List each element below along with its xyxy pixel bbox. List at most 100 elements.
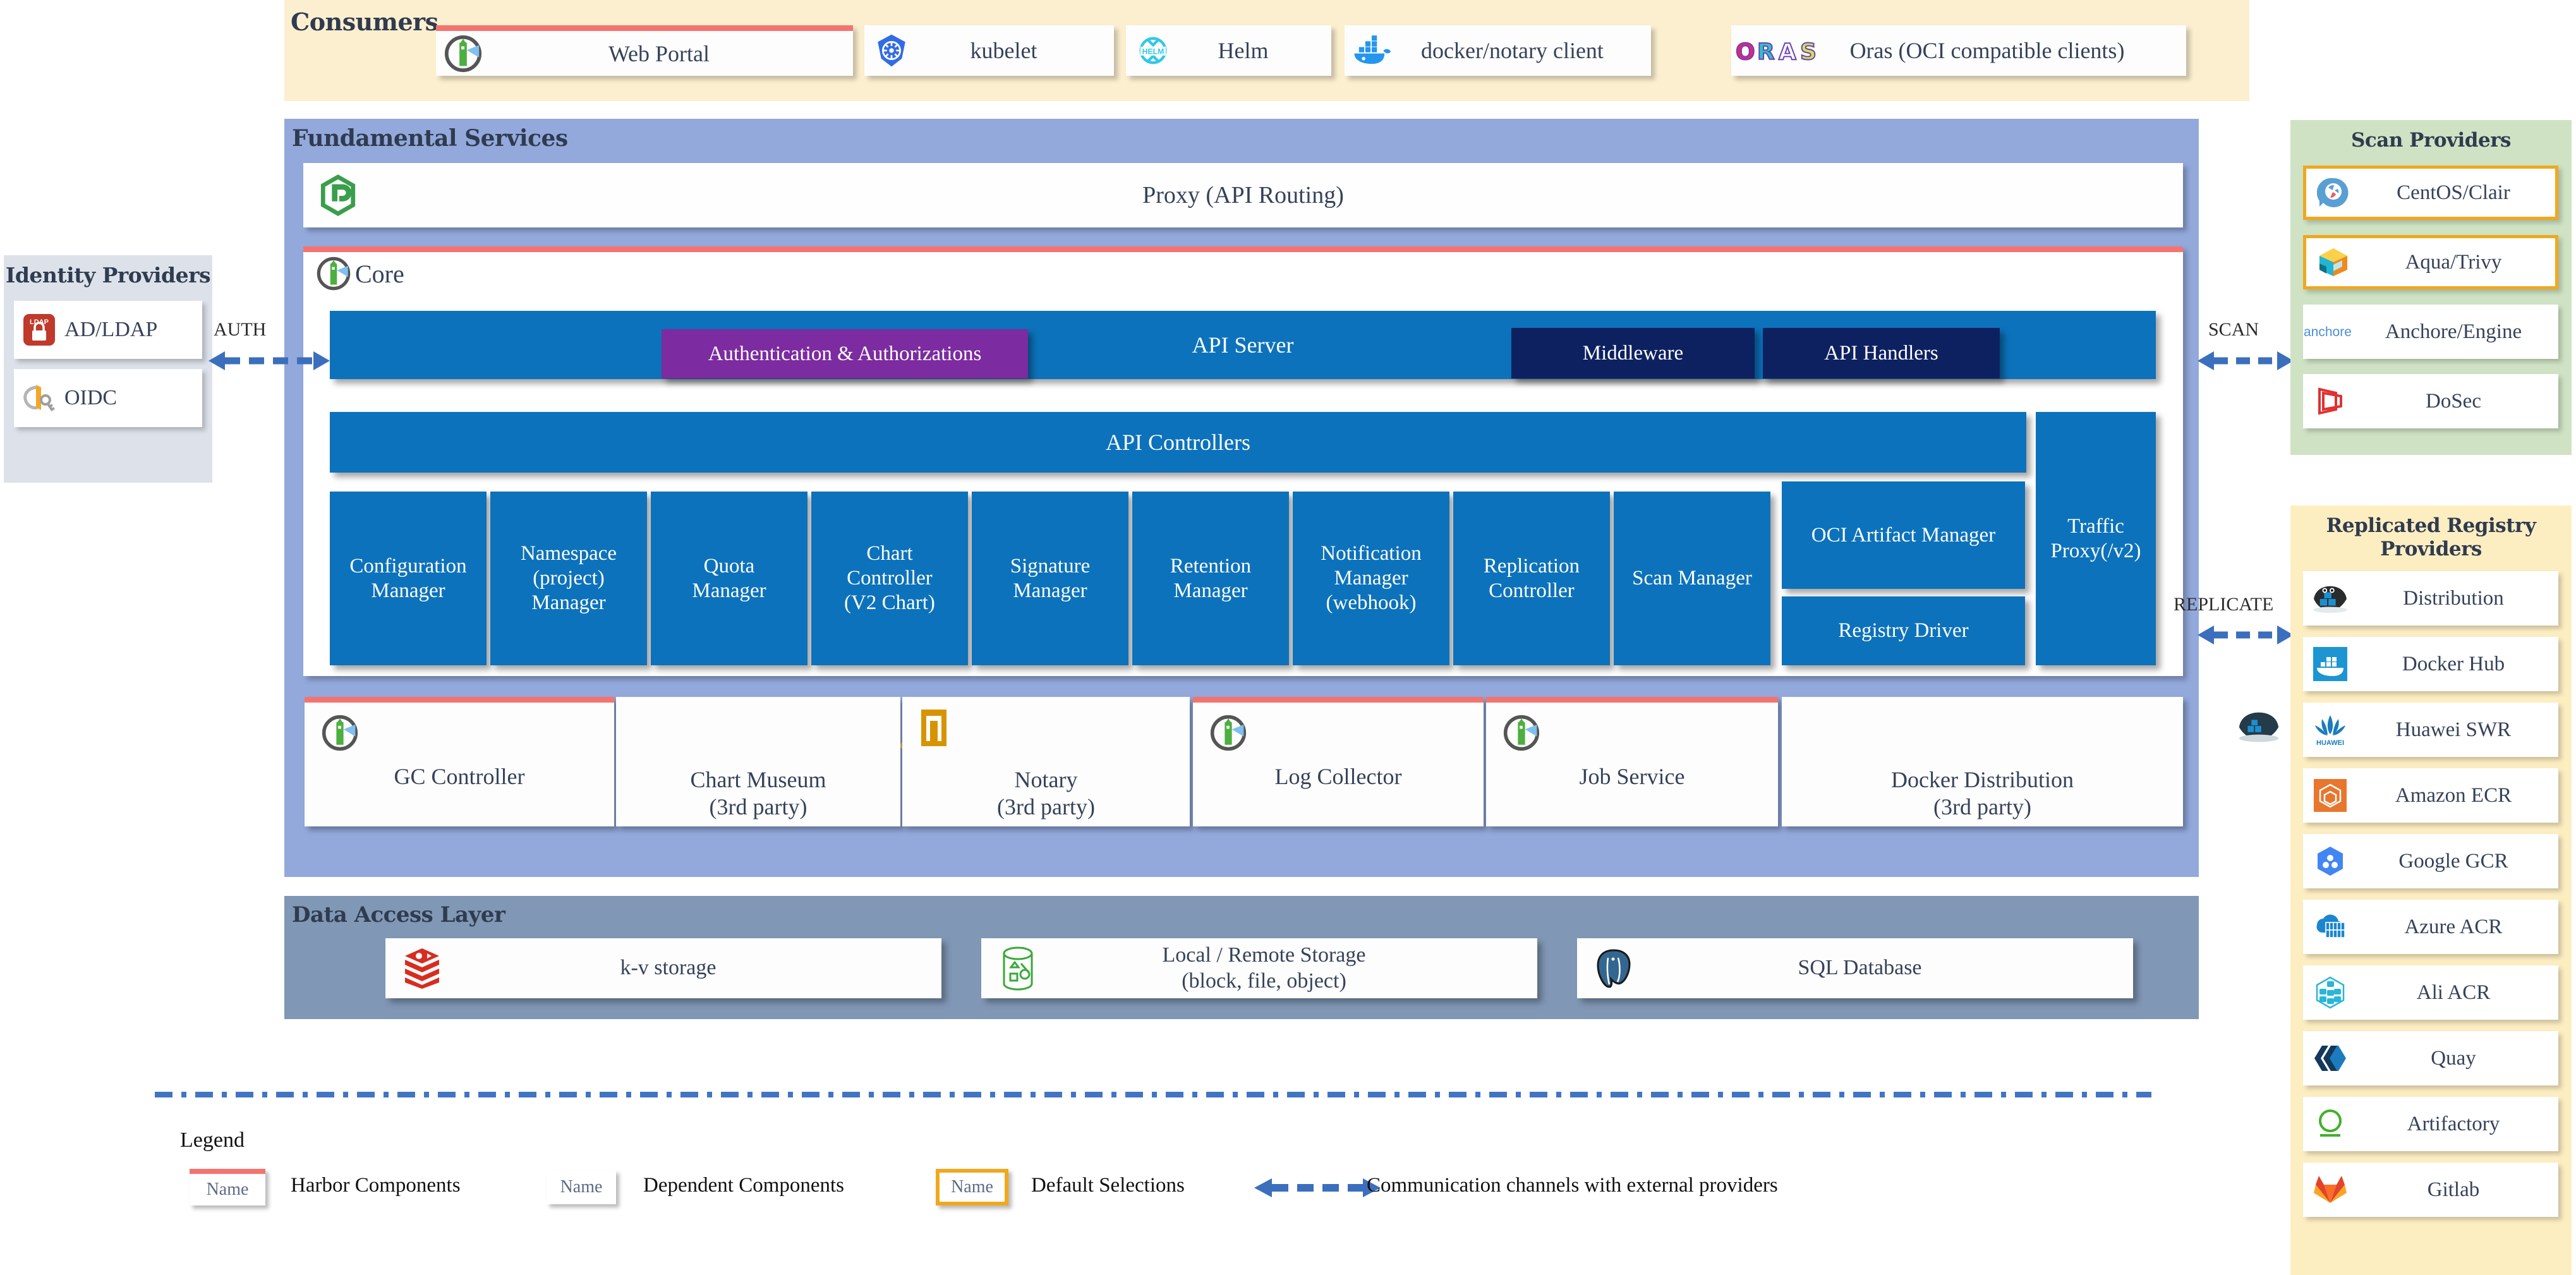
- legend-text-default-selections: Default Selections: [1031, 1174, 1185, 1197]
- consumer-card-docker-notary-client[interactable]: docker/notary client: [1345, 25, 1651, 76]
- service-label: Job Service: [1579, 764, 1685, 789]
- proxy-label: Proxy (API Routing): [1142, 182, 1344, 208]
- manager-box-retention[interactable]: Retention Manager: [1132, 492, 1289, 665]
- consumer-label: Oras (OCI compatible clients): [1849, 38, 2125, 63]
- api-handlers-label: API Handlers: [1824, 341, 1938, 365]
- notary-icon: [919, 708, 949, 751]
- identity-provider-ad-ldap[interactable]: LDAP AD/LDAP: [14, 301, 202, 359]
- dal-label: k-v storage: [620, 956, 717, 980]
- registry-provider-label: Docker Hub: [2402, 652, 2505, 675]
- api-handlers-box[interactable]: API Handlers: [1763, 328, 2000, 378]
- service-card-gc-controller[interactable]: GC Controller: [305, 697, 614, 826]
- manager-label: Replication Controller: [1483, 554, 1580, 602]
- api-server-label: API Server: [1192, 332, 1294, 358]
- consumer-card-oras[interactable]: O R A S Oras (OCI compatible clients): [1731, 25, 2186, 76]
- manager-box-namespace[interactable]: Namespace (project) Manager: [490, 492, 647, 665]
- consumers-title: Consumers: [291, 8, 438, 36]
- scan-provider-aqua-trivy[interactable]: Aqua/Trivy: [2303, 235, 2558, 289]
- registry-provider-label: Azure ACR: [2404, 915, 2503, 938]
- service-card-docker-distribution[interactable]: Docker Distribution (3rd party): [1782, 697, 2279, 826]
- registry-provider-ali-acr[interactable]: Ali ACR: [2303, 965, 2558, 1020]
- postgresql-icon: [1577, 948, 1650, 989]
- redis-icon: [385, 947, 458, 990]
- registry-provider-gitlab[interactable]: Gitlab: [2303, 1163, 2558, 1217]
- artifactory-icon: [2303, 1107, 2357, 1141]
- manager-box-scan[interactable]: Scan Manager: [1614, 492, 1770, 665]
- manager-box-chart-controller[interactable]: Chart Controller (V2 Chart): [811, 492, 968, 665]
- identity-provider-label: AD/LDAP: [64, 318, 158, 341]
- legend-title: Legend: [180, 1128, 245, 1152]
- service-card-chart-museum[interactable]: CHARTMUSEUM Chart Museum (3rd party): [616, 697, 971, 826]
- authentication-authorizations-box[interactable]: Authentication & Authorizations: [662, 329, 1028, 378]
- svg-text:R: R: [1757, 39, 1775, 65]
- consumer-card-web-portal[interactable]: Web Portal: [436, 25, 853, 76]
- service-card-notary[interactable]: Notary (3rd party): [902, 697, 1190, 826]
- scan-provider-dosec[interactable]: DoSec: [2303, 374, 2558, 428]
- legend-text-communication: Communication channels with external pro…: [1367, 1174, 1778, 1197]
- amazon-ecr-icon: [2303, 779, 2357, 812]
- legend-communication-arrow: [1254, 1178, 1381, 1197]
- manager-box-configuration[interactable]: Configuration Manager: [330, 492, 487, 665]
- svg-text:O: O: [1736, 39, 1755, 65]
- registry-provider-huawei-swr[interactable]: HUAWEI Huawei SWR: [2303, 703, 2558, 757]
- registry-provider-amazon-ecr[interactable]: Amazon ECR: [2303, 768, 2558, 823]
- clair-icon: [2306, 176, 2361, 209]
- registry-driver-box[interactable]: Registry Driver: [1782, 596, 2025, 665]
- harbor-logo-icon: [1503, 714, 1540, 755]
- dal-card-kv-storage[interactable]: k-v storage: [385, 938, 941, 998]
- registry-provider-label: Google GCR: [2398, 849, 2508, 873]
- scan-provider-anchore-engine[interactable]: anchore Anchore/Engine: [2303, 305, 2558, 359]
- scan-arrow: [2198, 351, 2294, 370]
- svg-text:anchore: anchore: [2304, 325, 2352, 339]
- scan-providers-panel: Scan Providers CentOS/Clair Aqua/Trivy a…: [2290, 120, 2572, 455]
- registry-provider-label: Artifactory: [2407, 1112, 2500, 1135]
- manager-box-quota[interactable]: Quota Manager: [651, 492, 807, 665]
- api-controllers-label: API Controllers: [1106, 429, 1250, 455]
- proxy-api-routing-box[interactable]: Proxy (API Routing): [303, 163, 2183, 227]
- registry-provider-artifactory[interactable]: Artifactory: [2303, 1097, 2558, 1151]
- service-label: Docker Distribution (3rd party): [1891, 767, 2074, 820]
- registry-provider-quay[interactable]: Quay: [2303, 1031, 2558, 1085]
- manager-box-notification[interactable]: Notification Manager (webhook): [1293, 492, 1449, 665]
- traffic-proxy-box[interactable]: Traffic Proxy(/v2): [2036, 412, 2156, 665]
- legend-chip-text: Name: [560, 1177, 603, 1197]
- dal-card-local-remote-storage[interactable]: Local / Remote Storage (block, file, obj…: [981, 938, 1537, 998]
- manager-label: Namespace (project) Manager: [520, 542, 617, 614]
- docker-hub-icon: [2303, 647, 2357, 681]
- dal-card-sql-database[interactable]: SQL Database: [1577, 938, 2133, 998]
- gitlab-icon: [2303, 1174, 2357, 1206]
- kubernetes-icon: [864, 32, 919, 69]
- ldap-lock-icon: LDAP: [14, 313, 64, 347]
- service-card-log-collector[interactable]: Log Collector: [1193, 697, 1484, 826]
- identity-provider-oidc[interactable]: OIDC: [14, 369, 202, 427]
- registry-provider-azure-acr[interactable]: Azure ACR: [2303, 900, 2558, 954]
- manager-box-signature[interactable]: Signature Manager: [972, 492, 1128, 665]
- registry-provider-docker-hub[interactable]: Docker Hub: [2303, 637, 2558, 691]
- oci-artifact-manager-box[interactable]: OCI Artifact Manager: [1782, 481, 2025, 589]
- dal-label: Local / Remote Storage (block, file, obj…: [1162, 943, 1366, 993]
- scan-provider-centos-clair[interactable]: CentOS/Clair: [2303, 166, 2558, 220]
- legend-divider: [155, 1092, 2151, 1097]
- huawei-icon: HUAWEI: [2303, 713, 2357, 747]
- svg-text:A: A: [1779, 39, 1796, 65]
- legend-chip-text: Name: [951, 1177, 993, 1197]
- registry-provider-distribution[interactable]: Distribution: [2303, 571, 2558, 625]
- middleware-box[interactable]: Middleware: [1511, 328, 1755, 378]
- fundamental-services-title: Fundamental Services: [292, 125, 568, 152]
- helm-icon: HELM: [1126, 33, 1180, 68]
- manager-box-replication[interactable]: Replication Controller: [1453, 492, 1610, 665]
- consumer-card-kubelet[interactable]: kubelet: [864, 25, 1114, 76]
- svg-text:HELM: HELM: [1142, 47, 1164, 56]
- legend-chip-text: Name: [206, 1180, 249, 1199]
- manager-label: Chart Controller (V2 Chart): [844, 542, 935, 614]
- service-card-job-service[interactable]: Job Service: [1486, 697, 1778, 826]
- aqua-trivy-icon: [2306, 246, 2361, 279]
- registry-provider-google-gcr[interactable]: Google GCR: [2303, 834, 2558, 888]
- manager-label: Quota Manager: [692, 554, 766, 602]
- quay-icon: [2303, 1044, 2357, 1072]
- registry-provider-label: Amazon ECR: [2395, 783, 2512, 807]
- svg-text:HUAWEI: HUAWEI: [2316, 739, 2344, 747]
- consumer-card-helm[interactable]: HELM Helm: [1126, 25, 1331, 76]
- oci-artifact-manager-label: OCI Artifact Manager: [1811, 523, 1996, 547]
- api-controllers-box[interactable]: API Controllers: [330, 412, 2026, 473]
